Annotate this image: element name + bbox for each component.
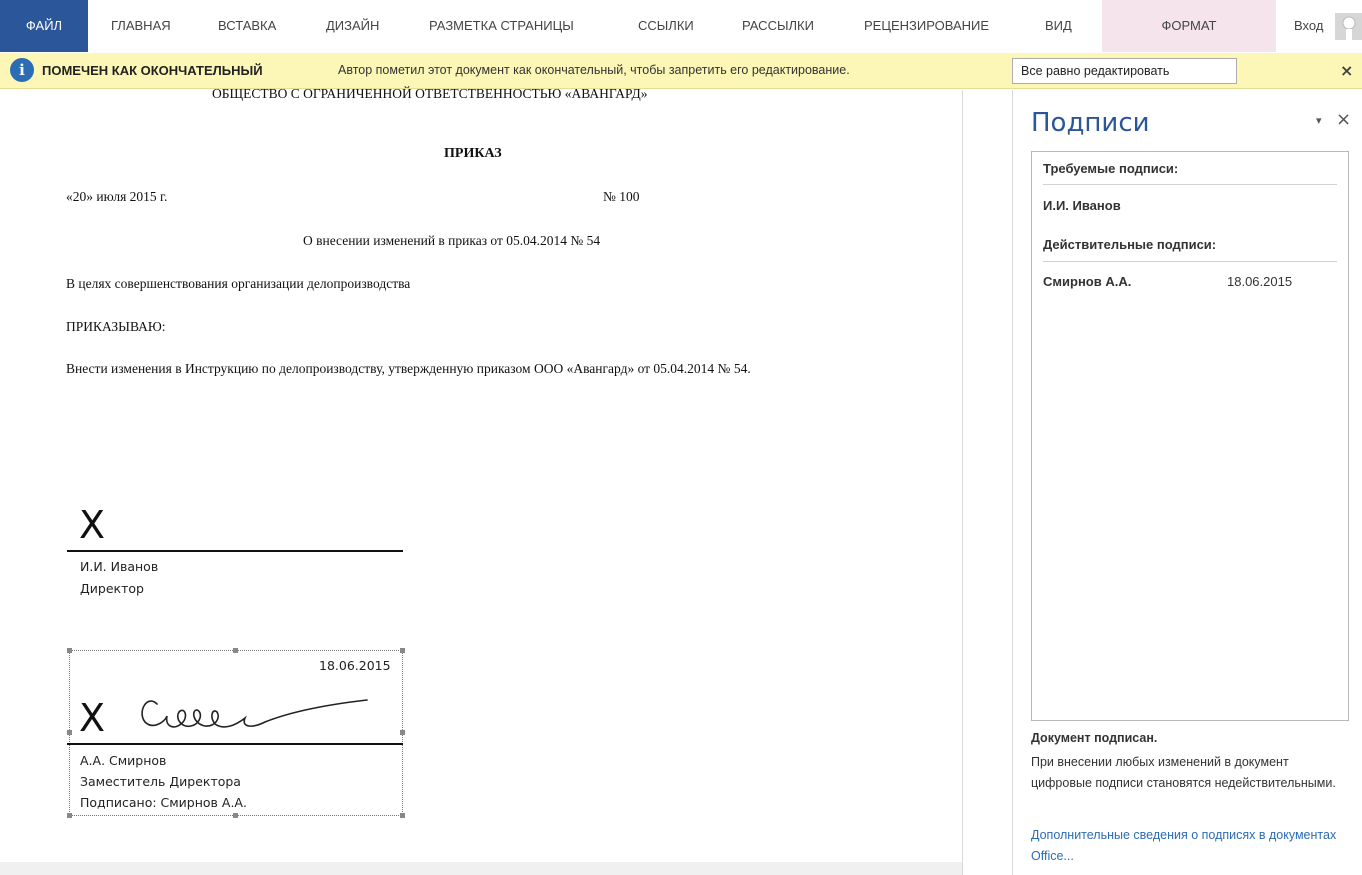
document-paragraph: В целях совершенствования организации де…	[66, 276, 411, 291]
pane-title: Подписи	[1031, 108, 1150, 138]
resize-handle[interactable]	[233, 813, 238, 818]
resize-handle[interactable]	[400, 730, 405, 735]
document-number: № 100	[603, 189, 640, 204]
document-title: ПРИКАЗ	[444, 146, 502, 161]
resize-handle[interactable]	[67, 648, 72, 653]
message-bar-title: ПОМЕЧЕН КАК ОКОНЧАТЕЛЬНЫЙ	[42, 63, 263, 78]
pane-options-chevron-down-icon[interactable]: ▾	[1316, 114, 1322, 127]
required-signature-item[interactable]: И.И. Иванов	[1043, 198, 1121, 213]
page-gap	[0, 862, 962, 875]
tab-format[interactable]: ФОРМАТ	[1102, 0, 1276, 52]
page-divider	[962, 90, 963, 875]
signature-x-mark: X	[79, 503, 106, 547]
document-date: «20» июля 2015 г.	[66, 189, 168, 204]
status-text: При внесении любых изменений в документ …	[1031, 755, 1336, 790]
document-paragraph: ПРИКАЗЫВАЮ:	[66, 319, 166, 334]
resize-handle[interactable]	[233, 648, 238, 653]
message-bar-close-icon[interactable]: ×	[1340, 61, 1353, 80]
valid-signature-date: 18.06.2015	[1227, 274, 1293, 289]
edit-anyway-button[interactable]: Все равно редактировать	[1012, 58, 1237, 84]
signature-rule	[67, 743, 403, 745]
tab-references[interactable]: ССЫЛКИ	[638, 0, 694, 52]
signer-position: Заместитель Директора	[80, 774, 241, 789]
signer-name: И.И. Иванов	[80, 559, 159, 574]
tab-home[interactable]: ГЛАВНАЯ	[111, 0, 171, 52]
user-icon	[1342, 16, 1356, 40]
tab-review[interactable]: РЕЦЕНЗИРОВАНИЕ	[864, 0, 989, 52]
document-paragraph: Внести изменения в Инструкцию по делопро…	[66, 361, 751, 376]
resize-handle[interactable]	[67, 730, 72, 735]
ribbon-tab-bar: ФАЙЛ ГЛАВНАЯ ВСТАВКА ДИЗАЙН РАЗМЕТКА СТР…	[0, 0, 1362, 52]
valid-signatures-header: Действительные подписи:	[1043, 237, 1217, 252]
signature-date: 18.06.2015	[319, 658, 391, 673]
required-signatures-header: Требуемые подписи:	[1043, 161, 1179, 176]
signatures-help-link[interactable]: Дополнительные сведения о подписях в док…	[1031, 825, 1351, 867]
tab-view[interactable]: ВИД	[1045, 0, 1072, 52]
message-bar-text: Автор пометил этот документ как окончате…	[338, 63, 850, 77]
signer-name: А.А. Смирнов	[80, 753, 167, 768]
signin-link[interactable]: Вход	[1294, 0, 1323, 52]
tab-mailings[interactable]: РАССЫЛКИ	[742, 0, 814, 52]
resize-handle[interactable]	[67, 813, 72, 818]
pane-close-icon[interactable]: ×	[1336, 109, 1351, 130]
tab-page-layout[interactable]: РАЗМЕТКА СТРАНИЦЫ	[429, 0, 574, 52]
document-subject: О внесении изменений в приказ от 05.04.2…	[303, 233, 601, 248]
avatar[interactable]	[1335, 13, 1362, 40]
document-org-name: ОБЩЕСТВО С ОГРАНИЧЕННОЙ ОТВЕТСТВЕННОСТЬЮ…	[212, 86, 648, 101]
signed-by-text: Подписано: Смирнов А.А.	[80, 795, 247, 810]
resize-handle[interactable]	[400, 648, 405, 653]
tab-file[interactable]: ФАЙЛ	[0, 0, 88, 52]
valid-signature-name[interactable]: Смирнов А.А.	[1043, 274, 1131, 289]
handwritten-signature-image	[141, 699, 368, 728]
tab-insert[interactable]: ВСТАВКА	[218, 0, 276, 52]
section-divider	[1043, 261, 1337, 262]
section-divider	[1043, 184, 1337, 185]
tab-design[interactable]: ДИЗАЙН	[326, 0, 379, 52]
resize-handle[interactable]	[400, 813, 405, 818]
info-icon: i	[10, 58, 34, 82]
signature-rule	[67, 550, 403, 552]
status-title: Документ подписан.	[1031, 731, 1158, 745]
signer-position: Директор	[80, 581, 144, 596]
signature-x-mark: X	[79, 696, 106, 740]
